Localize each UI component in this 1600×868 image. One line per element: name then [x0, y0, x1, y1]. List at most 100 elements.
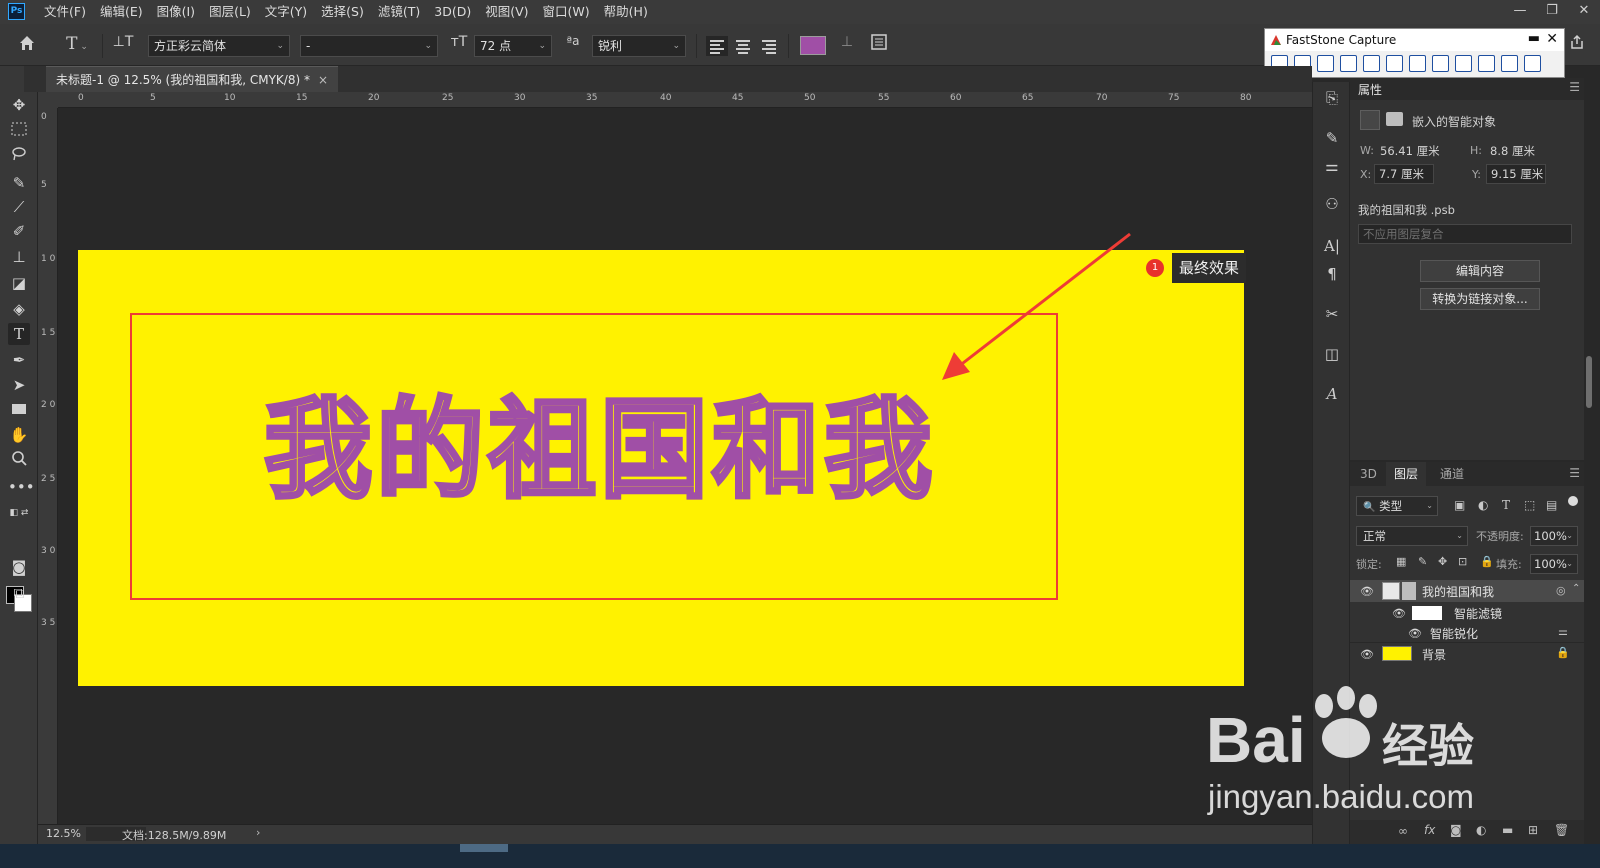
properties-tab[interactable]: 属性 — [1358, 81, 1382, 98]
x-field[interactable]: 7.7 厘米 — [1374, 164, 1434, 184]
marquee-tool-icon[interactable] — [8, 120, 30, 142]
faststone-minimize-icon[interactable]: ▬ — [1528, 29, 1540, 49]
eyedropper-tool-icon[interactable]: ⟋ — [8, 196, 30, 218]
vertical-ruler[interactable]: 0 5 1 0 1 5 2 0 2 5 3 0 3 5 — [38, 108, 58, 824]
faststone-close-icon[interactable]: ✕ — [1546, 29, 1558, 49]
capture-video-icon[interactable] — [1455, 55, 1472, 72]
glyphs-icon[interactable]: A — [1322, 384, 1342, 404]
text-orientation-icon[interactable]: ⊥T — [112, 34, 134, 50]
rectangle-tool-icon[interactable] — [8, 399, 30, 421]
font-style-select[interactable]: - ⌄ — [300, 35, 438, 57]
move-tool-icon[interactable]: ✥ — [8, 94, 30, 116]
visibility-eye-icon[interactable]: 👁 — [1392, 607, 1406, 620]
capture-delay-icon[interactable] — [1478, 55, 1495, 72]
text-art[interactable]: 我的祖国和我 — [180, 372, 1020, 522]
filter-smart-object-icon[interactable]: ▤ — [1546, 498, 1557, 512]
delete-layer-icon[interactable]: 🗑 — [1554, 823, 1569, 837]
share-icon[interactable] — [1566, 34, 1588, 55]
menu-window[interactable]: 窗口(W) — [543, 0, 590, 24]
tab-3d[interactable]: 3D — [1352, 462, 1385, 486]
menu-type[interactable]: 文字(Y) — [265, 0, 307, 24]
menu-edit[interactable]: 编辑(E) — [100, 0, 143, 24]
filter-type-icon[interactable]: T — [1502, 498, 1510, 512]
capture-scrolling-icon[interactable] — [1409, 55, 1426, 72]
blend-mode-select[interactable]: 正常 ⌄ — [1356, 526, 1468, 546]
lock-artboard-icon[interactable]: ⊡ — [1458, 555, 1467, 568]
visibility-eye-icon[interactable]: 👁 — [1408, 627, 1422, 640]
convert-to-linked-button[interactable]: 转换为链接对象... — [1420, 288, 1540, 310]
text-color-swatch[interactable] — [800, 36, 826, 55]
height-value[interactable]: 8.8 厘米 — [1490, 143, 1535, 159]
lock-position-icon[interactable]: ✥ — [1438, 555, 1447, 568]
swap-colors-icon[interactable]: ◧ ⇄ — [8, 502, 30, 524]
capture-settings-icon[interactable] — [1524, 55, 1541, 72]
layer-row[interactable]: 👁 背景 🔒 — [1350, 642, 1584, 664]
path-selection-tool-icon[interactable]: ➤ — [8, 374, 30, 396]
filter-toggle-icon[interactable] — [1568, 496, 1578, 506]
horizontal-ruler[interactable]: 0 5 10 15 20 25 30 35 40 45 50 55 60 65 … — [58, 92, 1312, 108]
capture-output-icon[interactable] — [1501, 55, 1518, 72]
layer-name[interactable]: 我的祖国和我 — [1422, 583, 1494, 600]
align-right-icon[interactable] — [758, 36, 780, 56]
smart-filter-indicator-icon[interactable]: ◎ — [1556, 584, 1566, 597]
libraries-icon[interactable]: ⚇ — [1322, 194, 1342, 214]
layer-row[interactable]: 👁 智能滤镜 — [1350, 602, 1584, 624]
hand-tool-icon[interactable]: ✋ — [8, 424, 30, 446]
capture-fixed-icon[interactable] — [1432, 55, 1449, 72]
character-icon[interactable]: A| — [1322, 236, 1342, 256]
menu-3d[interactable]: 3D(D) — [434, 0, 471, 24]
layer-comps-icon[interactable]: ◫ — [1322, 344, 1342, 364]
menu-image[interactable]: 图像(I) — [157, 0, 195, 24]
brush-settings-icon[interactable]: ✎ — [1322, 128, 1342, 148]
add-mask-icon[interactable]: ◙ — [1450, 823, 1462, 837]
align-center-icon[interactable] — [732, 36, 754, 56]
layer-name[interactable]: 智能滤镜 — [1454, 605, 1502, 622]
visibility-eye-icon[interactable]: 👁 — [1360, 648, 1374, 661]
new-group-icon[interactable]: ▬ — [1502, 823, 1513, 837]
layer-row[interactable]: 👁 智能锐化 ⚌ — [1350, 622, 1584, 644]
quick-mask-icon[interactable]: ◙ — [8, 556, 30, 578]
adjustments-icon[interactable]: ⚌ — [1322, 156, 1342, 176]
tab-layers[interactable]: 图层 — [1386, 462, 1427, 486]
lock-brush-icon[interactable]: ✎ — [1418, 555, 1427, 568]
minimize-icon[interactable]: — — [1504, 0, 1536, 24]
font-family-select[interactable]: 方正彩云简体 ⌄ — [148, 35, 290, 57]
home-icon[interactable] — [16, 34, 38, 57]
adjustment-layer-icon[interactable]: ◐ — [1476, 823, 1486, 837]
lock-all-icon[interactable]: 🔒 — [1480, 555, 1494, 568]
character-panel-icon[interactable] — [868, 34, 890, 55]
antialias-select[interactable]: 锐利 ⌄ — [592, 35, 686, 57]
opacity-field[interactable]: 100% ⌄ — [1530, 526, 1578, 546]
capture-object-icon[interactable] — [1317, 55, 1334, 72]
lasso-tool-icon[interactable] — [8, 146, 30, 168]
filter-shape-icon[interactable]: ⬚ — [1524, 498, 1535, 512]
close-icon[interactable]: ✕ — [1568, 0, 1600, 24]
y-field[interactable]: 9.15 厘米 — [1486, 164, 1546, 184]
panel-scrollbar[interactable] — [1586, 356, 1592, 408]
panel-menu-icon[interactable]: ☰ — [1569, 80, 1580, 94]
warp-text-icon[interactable]: ⊥ — [836, 34, 858, 50]
capture-freehand-icon[interactable] — [1363, 55, 1380, 72]
lock-transparency-icon[interactable]: ▦ — [1396, 555, 1406, 568]
layer-name[interactable]: 智能锐化 — [1430, 625, 1478, 642]
paint-bucket-tool-icon[interactable]: ◈ — [8, 298, 30, 320]
zoom-level[interactable]: 12.5% — [46, 827, 81, 840]
collapse-icon[interactable]: ⌃ — [1572, 583, 1580, 594]
tools-preset-icon[interactable]: ✂ — [1322, 304, 1342, 324]
layer-style-icon[interactable]: fx — [1424, 823, 1435, 837]
edit-contents-button[interactable]: 编辑内容 — [1420, 260, 1540, 282]
restore-icon[interactable]: ❐ — [1536, 0, 1568, 24]
new-layer-icon[interactable]: ⊞ — [1528, 823, 1538, 837]
filter-pixel-icon[interactable]: ▣ — [1454, 498, 1465, 512]
type-tool-icon[interactable]: T — [8, 323, 30, 345]
taskbar-item[interactable] — [460, 844, 508, 852]
fill-field[interactable]: 100% ⌄ — [1530, 554, 1578, 574]
align-left-icon[interactable] — [706, 36, 728, 56]
filter-options-icon[interactable]: ⚌ — [1558, 625, 1568, 638]
capture-fullscreen-icon[interactable] — [1386, 55, 1403, 72]
zoom-tool-icon[interactable] — [8, 450, 30, 472]
menu-filter[interactable]: 滤镜(T) — [378, 0, 420, 24]
healing-brush-tool-icon[interactable]: ✐ — [8, 220, 30, 242]
paragraph-icon[interactable]: ¶ — [1322, 264, 1342, 284]
eraser-tool-icon[interactable]: ◪ — [8, 272, 30, 294]
